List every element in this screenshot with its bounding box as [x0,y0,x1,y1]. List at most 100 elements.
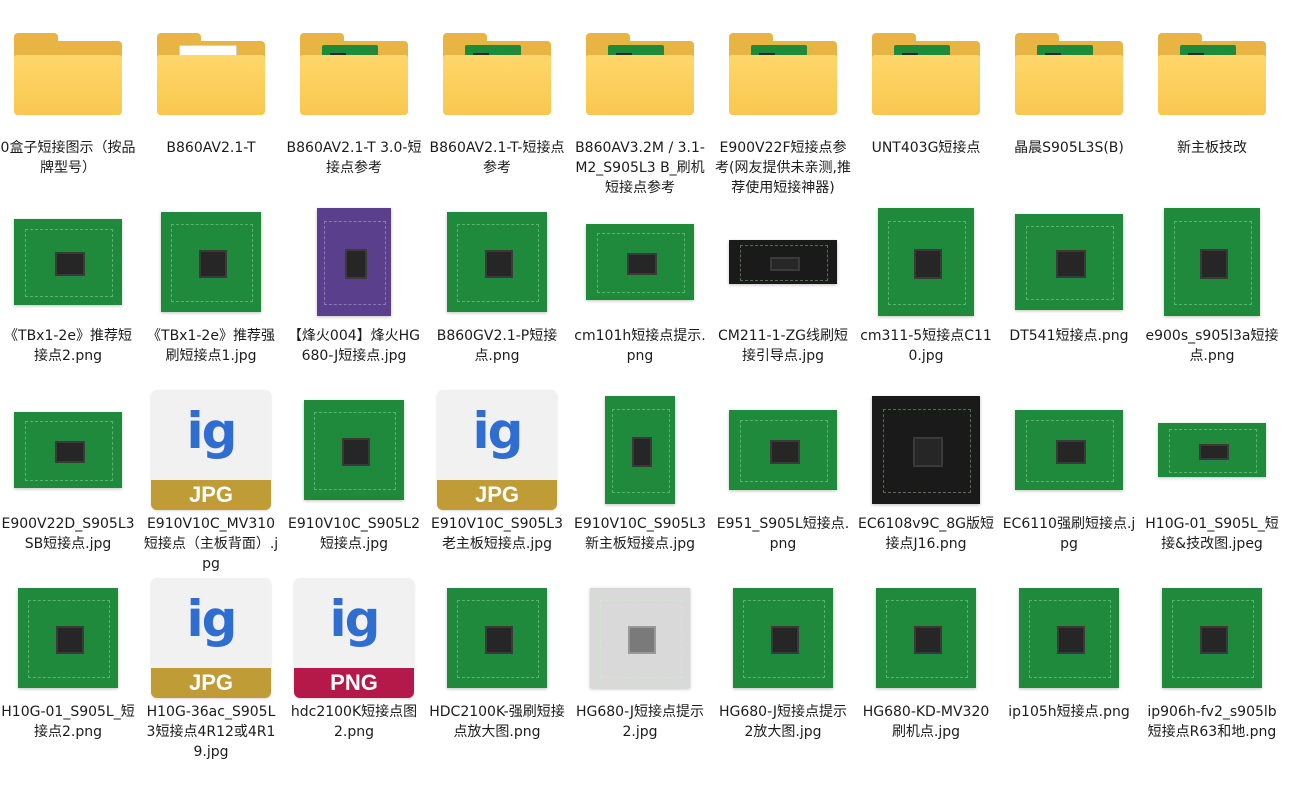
image-thumbnail [1142,390,1282,510]
file-item[interactable]: UNT403G短接点 [856,14,996,199]
file-name-label: 《TBx1-2e》推荐短接点2.png [4,328,132,364]
file-name-label: E910V10C_S905L3新主板短接点.jpg [573,516,707,552]
file-name-label: cm101h短接点提示.png [574,328,706,364]
file-name-label: cm311-5短接点C110.jpg [860,328,992,364]
file-name-label: B860GV2.1-P短接点.png [436,328,558,364]
file-name-label: HDC2100K-强刷短接点放大图.png [429,704,565,740]
file-item[interactable]: H10G-01_S905L_短接&技改图.jpeg [1142,390,1282,575]
file-name-label: 新主板技改 [1177,140,1247,156]
folder-icon [1142,14,1282,134]
folder-icon [141,14,281,134]
file-item[interactable]: H10G-01_S905L_短接点2.png [0,578,138,763]
image-thumbnail [713,578,853,698]
file-item[interactable]: B860AV2.1-T 3.0-短接点参考 [284,14,424,199]
file-name-label: B860AV2.1-T 3.0-短接点参考 [286,140,422,176]
file-item[interactable]: ip906h-fv2_s905lb短接点R63和地.png [1142,578,1282,763]
image-thumbnail [570,390,710,510]
image-thumbnail [999,202,1139,322]
file-item[interactable]: HG680-KD-MV320刷机点.jpg [856,578,996,763]
file-item[interactable]: ip105h短接点.png [999,578,1139,763]
file-item[interactable]: B860GV2.1-P短接点.png [427,202,567,387]
file-name-label: 晶晨S905L3S(B) [1014,140,1124,156]
image-thumbnail [0,390,138,510]
file-name-label: hdc2100K短接点图2.png [290,704,418,740]
file-name-label: HG680-J短接点提示2.jpg [575,704,705,740]
file-item[interactable]: ig JPG H10G-36ac_S905L3短接点4R12或4R19.jpg [141,578,281,763]
image-thumbnail [1142,202,1282,322]
jpg-file-icon: ig JPG [427,390,567,510]
file-item[interactable]: 新主板技改 [1142,14,1282,199]
image-viewer-logo: ig [186,590,238,648]
file-item[interactable]: B860AV2.1-T [141,14,281,199]
folder-icon [999,14,1139,134]
file-name-label: E910V10C_S905L3老主板短接点.jpg [430,516,564,552]
file-item[interactable]: E910V10C_S905L2短接点.jpg [284,390,424,575]
file-name-label: e900s_s905l3a短接点.png [1145,328,1279,364]
file-name-label: H10G-01_S905L_短接&技改图.jpeg [1145,516,1279,552]
file-type-badge: JPG [151,480,271,510]
file-item[interactable]: B860AV2.1-T-短接点参考 [427,14,567,199]
folder-icon [427,14,567,134]
image-thumbnail [856,390,996,510]
file-item[interactable]: ig JPG E910V10C_S905L3老主板短接点.jpg [427,390,567,575]
file-item[interactable]: HG680-J短接点提示2放大图.jpg [713,578,853,763]
image-thumbnail [856,578,996,698]
file-item[interactable]: E910V10C_S905L3新主板短接点.jpg [570,390,710,575]
file-item[interactable]: HDC2100K-强刷短接点放大图.png [427,578,567,763]
file-name-label: B860AV2.1-T-短接点参考 [429,140,565,176]
file-type-badge: PNG [294,668,414,698]
image-thumbnail [427,202,567,322]
file-name-label: DT541短接点.png [1009,328,1129,344]
file-item[interactable]: EC6108v9C_8G版短接点J16.png [856,390,996,575]
image-viewer-logo: ig [472,402,524,460]
file-item[interactable]: ig PNG hdc2100K短接点图2.png [284,578,424,763]
jpg-file-icon: ig JPG [141,390,281,510]
file-grid: 0盒子短接图示（按品牌型号） B860AV2.1-T B860AV2.1-T 3.0… [0,0,1290,806]
image-thumbnail [284,202,424,322]
file-item[interactable]: E900V22D_S905L3SB短接点.jpg [0,390,138,575]
file-name-label: B860AV2.1-T [166,140,256,156]
folder-icon [0,14,138,134]
file-item[interactable]: 《TBx1-2e》推荐强刷短接点1.jpg [141,202,281,387]
file-item[interactable]: DT541短接点.png [999,202,1139,387]
file-item[interactable]: 晶晨S905L3S(B) [999,14,1139,199]
file-name-label: B860AV3.2M / 3.1-M2_S905L3 B_刷机短接点参考 [575,140,705,196]
folder-icon [284,14,424,134]
folder-icon [856,14,996,134]
file-name-label: 《TBx1-2e》推荐强刷短接点1.jpg [147,328,275,364]
file-name-label: H10G-36ac_S905L3短接点4R12或4R19.jpg [146,704,276,760]
folder-icon [570,14,710,134]
file-name-label: ip906h-fv2_s905lb短接点R63和地.png [1147,704,1277,740]
file-item[interactable]: 0盒子短接图示（按品牌型号） [0,14,138,199]
file-name-label: CM211-1-ZG线刷短接引导点.jpg [717,328,849,364]
file-item[interactable]: cm311-5短接点C110.jpg [856,202,996,387]
file-item[interactable]: ig JPG E910V10C_MV310短接点（主板背面）.jpg [141,390,281,575]
file-name-label: E900V22D_S905L3SB短接点.jpg [1,516,135,552]
file-name-label: E910V10C_S905L2短接点.jpg [287,516,421,552]
file-name-label: UNT403G短接点 [871,140,981,156]
file-item[interactable]: B860AV3.2M / 3.1-M2_S905L3 B_刷机短接点参考 [570,14,710,199]
image-thumbnail [0,202,138,322]
image-thumbnail [856,202,996,322]
file-name-label: HG680-J短接点提示2放大图.jpg [718,704,848,740]
image-thumbnail [427,578,567,698]
file-item[interactable]: E951_S905L短接点.png [713,390,853,575]
file-item[interactable]: HG680-J短接点提示2.jpg [570,578,710,763]
file-item[interactable]: 【烽火004】烽火HG680-J短接点.jpg [284,202,424,387]
file-item[interactable]: 《TBx1-2e》推荐短接点2.png [0,202,138,387]
file-name-label: H10G-01_S905L_短接点2.png [1,704,135,740]
file-type-badge: JPG [151,668,271,698]
file-item[interactable]: CM211-1-ZG线刷短接引导点.jpg [713,202,853,387]
file-name-label: ip105h短接点.png [1008,704,1130,720]
image-thumbnail [0,578,138,698]
file-name-label: 0盒子短接图示（按品牌型号） [0,140,136,176]
folder-icon [713,14,853,134]
file-name-label: E910V10C_MV310短接点（主板背面）.jpg [143,516,279,572]
file-item[interactable]: cm101h短接点提示.png [570,202,710,387]
file-item[interactable]: E900V22F短接点参考(网友提供未亲测,推荐使用短接神器) [713,14,853,199]
file-item[interactable]: e900s_s905l3a短接点.png [1142,202,1282,387]
image-thumbnail [570,202,710,322]
file-name-label: E951_S905L短接点.png [716,516,850,552]
file-item[interactable]: EC6110强刷短接点.jpg [999,390,1139,575]
image-thumbnail [999,578,1139,698]
